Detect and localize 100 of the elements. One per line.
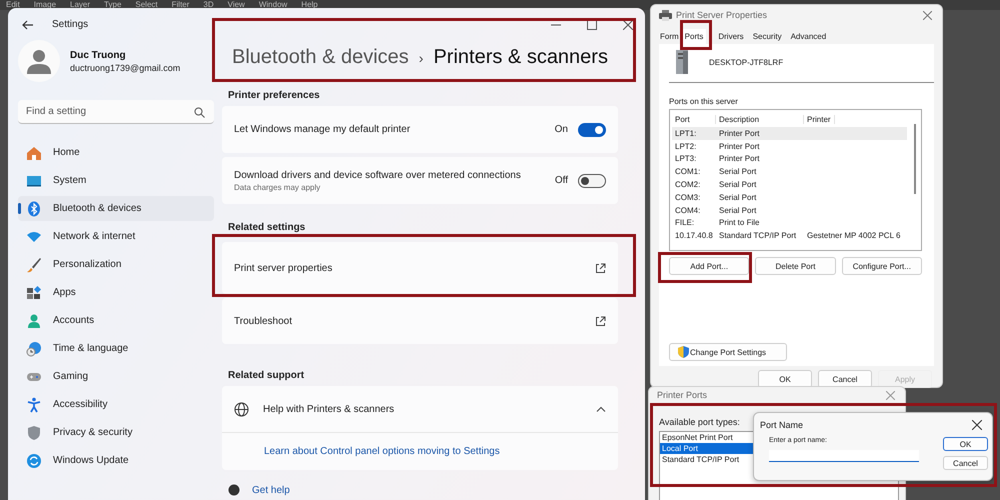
breadcrumb-link[interactable]: Bluetooth & devices [232, 46, 409, 69]
nav-item[interactable]: Bluetooth & devices [18, 196, 214, 221]
button[interactable]: Add Port... [669, 257, 750, 275]
menu-item[interactable]: View [228, 0, 245, 10]
person-icon [26, 312, 42, 328]
menu-item[interactable]: Select [135, 0, 158, 10]
external-link-icon [595, 262, 606, 274]
table-cell-text: FILE: [674, 218, 696, 228]
menu-item[interactable]: Window [258, 0, 288, 10]
menu-item[interactable]: Image [34, 0, 56, 10]
dialog-title: Print Server Properties [676, 10, 768, 20]
table-cell-text: Serial Port [718, 180, 758, 190]
list-label: Available port types: [659, 417, 740, 427]
table-cell-text: COM3: [674, 192, 702, 202]
table-cell-text: Serial Port [718, 167, 758, 176]
toggle-state-text: Off [554, 175, 568, 186]
tab[interactable]: Drivers [715, 29, 747, 44]
globe-icon [234, 402, 249, 416]
tab[interactable]: Security [750, 29, 785, 44]
server-tower-icon [675, 50, 689, 74]
expander-header[interactable]: Help with Printers & scanners [222, 386, 618, 432]
table-cell-text: Printer Port [718, 142, 760, 151]
tab[interactable]: Advanced [788, 29, 830, 44]
table-cell-text: Serial Port [718, 192, 758, 202]
setting-label: Download drivers and device software over metered connections [234, 170, 522, 180]
menu-item[interactable]: Filter [172, 0, 190, 10]
nav-item[interactable]: Network & internet [18, 224, 214, 249]
breadcrumb-separator: › [418, 50, 424, 66]
column-header[interactable]: Description [716, 115, 804, 124]
shield-icon [678, 346, 689, 358]
menu-item[interactable]: Layer [70, 0, 90, 10]
menu-item[interactable]: Type [104, 0, 122, 10]
dialog-title: Printer Ports [657, 390, 708, 400]
menu-item[interactable]: Edit [6, 0, 20, 10]
search-icon [194, 107, 205, 118]
setting-description: Data charges may apply [234, 182, 322, 192]
sync-icon [26, 452, 42, 468]
selected-row[interactable]: LPT1: Printer Port [672, 127, 907, 140]
close-icon[interactable] [972, 420, 982, 430]
selection-indicator [18, 203, 21, 214]
get-help-link[interactable]: Get help [252, 484, 290, 496]
nav-item[interactable]: Time & language [18, 336, 214, 361]
apps-icon [26, 284, 42, 300]
table-cell-text: Serial Port [718, 206, 758, 215]
external-link-icon [595, 316, 606, 326]
column-header[interactable]: Printer [804, 115, 835, 124]
table-cell-text: Print to File [718, 218, 760, 228]
accessibility-icon [26, 396, 42, 412]
nav-item[interactable]: Accessibility [18, 392, 214, 417]
setting-label: Let Windows manage my default printer [234, 124, 412, 135]
button[interactable]: OK [943, 437, 988, 451]
page-title: Printers & scanners [433, 46, 608, 69]
nav-item[interactable]: Apps [18, 280, 214, 305]
table-cell-text: Gestetner MP 4002 PCL 6 [806, 231, 902, 240]
column-header[interactable]: Port [672, 115, 716, 124]
table-cell-text: COM4: [674, 206, 702, 215]
button[interactable]: Delete Port [755, 257, 836, 275]
table-cell-text: COM1: [674, 167, 702, 176]
back-arrow-icon[interactable] [22, 20, 34, 30]
nav-item[interactable]: Gaming [18, 364, 214, 389]
brush-icon [26, 256, 42, 272]
nav-item[interactable]: Home [18, 140, 214, 165]
printer-icon [659, 10, 672, 20]
setting-link-card[interactable]: Print server properties [222, 242, 618, 294]
section-heading: Related support [228, 370, 306, 381]
nav-item[interactable]: Privacy & security [18, 420, 214, 445]
menu-item[interactable]: 3D [203, 0, 214, 10]
help-link[interactable]: Learn about Control panel options moving to Settings [264, 446, 500, 457]
table-cell-text: Printer Port [718, 128, 760, 138]
maximize-icon[interactable] [587, 20, 597, 30]
tab[interactable]: Ports [682, 29, 706, 44]
port-name-field[interactable] [769, 450, 919, 462]
table-cell-text: LPT1: [674, 128, 698, 138]
tab[interactable]: Form [657, 29, 682, 44]
setting-link-card[interactable]: Troubleshoot [222, 298, 618, 344]
list-label: Ports on this server [669, 97, 739, 106]
server-name: DESKTOP-JTF8LRF [709, 58, 784, 66]
window-title: Settings [52, 19, 88, 30]
person-silhouette-icon [26, 48, 52, 74]
nav-item[interactable]: System [18, 168, 214, 193]
user-name: Duc Truong [70, 50, 127, 60]
table-cell-text: Standard TCP/IP Port [718, 231, 798, 240]
nav-item[interactable]: Personalization [18, 252, 214, 277]
nav-item[interactable]: Windows Update [18, 448, 214, 473]
button[interactable]: Configure Port... [842, 257, 922, 275]
toggle-state-text: On [554, 124, 568, 135]
dialog-title: Port Name [760, 420, 804, 430]
user-email: ductruong1739@gmail.com [70, 62, 180, 72]
menu-item[interactable]: Help [301, 0, 318, 10]
nav-item[interactable]: Accounts [18, 308, 214, 333]
search-field[interactable]: Find a setting [18, 100, 214, 124]
table-cell-text: 10.17.40.8 [674, 231, 714, 240]
toggle-switch[interactable] [578, 122, 606, 136]
button[interactable]: Change Port Settings [669, 343, 787, 361]
button[interactable]: Cancel [943, 456, 988, 470]
toggle-switch[interactable] [578, 174, 606, 188]
highlight-box [680, 20, 712, 50]
close-icon[interactable] [623, 20, 633, 30]
bluetooth-icon [26, 200, 42, 216]
chevron-up-icon [596, 406, 606, 412]
